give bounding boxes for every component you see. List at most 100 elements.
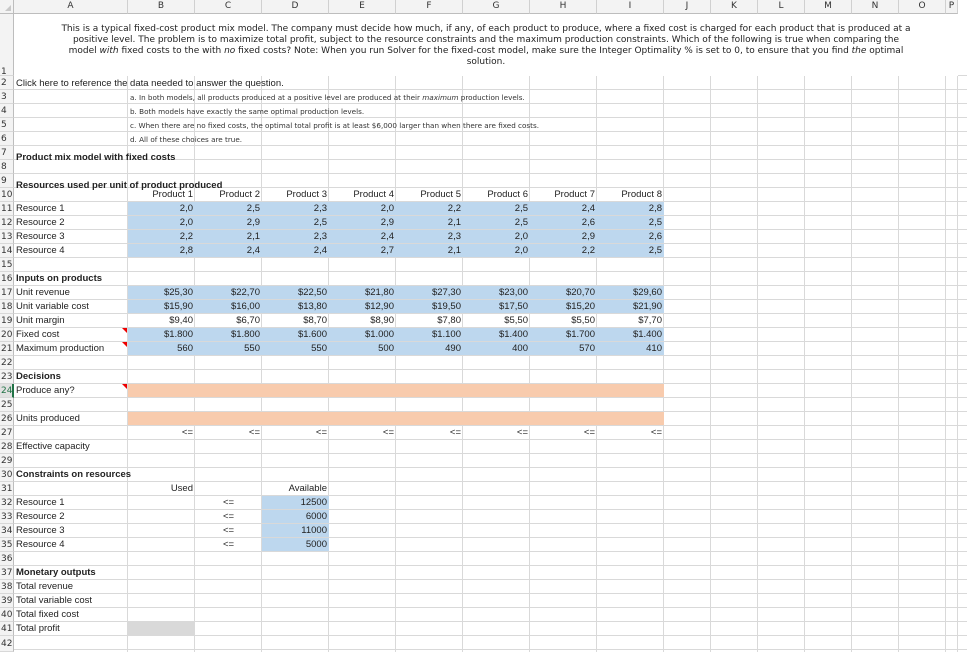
comment-indicator-icon[interactable] xyxy=(122,328,127,333)
column-header-I[interactable]: I xyxy=(597,0,664,14)
column-header-O[interactable]: O xyxy=(899,0,946,14)
produce-any-cell[interactable] xyxy=(329,384,396,397)
input-value-cell[interactable]: $16,00 xyxy=(195,300,262,313)
row-header-24[interactable]: 24 xyxy=(0,384,14,398)
input-value-cell[interactable]: 560 xyxy=(128,342,195,355)
produce-any-cell[interactable] xyxy=(530,384,597,397)
input-value-cell[interactable]: $23,00 xyxy=(463,286,530,299)
row-header-41[interactable]: 41 xyxy=(0,622,14,636)
row-header-29[interactable]: 29 xyxy=(0,454,14,468)
row-header-10[interactable]: 10 xyxy=(0,188,14,202)
input-value-cell[interactable]: $21,90 xyxy=(597,300,664,313)
input-value-cell[interactable]: $7,80 xyxy=(396,314,463,327)
resource-usage-cell[interactable]: 2,8 xyxy=(597,202,664,215)
resource-usage-cell[interactable]: 2,0 xyxy=(329,202,396,215)
resource-usage-cell[interactable]: 2,4 xyxy=(262,244,329,257)
row-header-30[interactable]: 30 xyxy=(0,468,14,482)
select-all-corner[interactable] xyxy=(0,0,14,14)
row-header-23[interactable]: 23 xyxy=(0,370,14,384)
resource-usage-cell[interactable]: 2,5 xyxy=(195,202,262,215)
produce-any-cell[interactable] xyxy=(396,384,463,397)
units-produced-cell[interactable] xyxy=(396,412,463,425)
units-produced-cell[interactable] xyxy=(329,412,396,425)
row-header-27[interactable]: 27 xyxy=(0,426,14,440)
available-cell[interactable]: 5000 xyxy=(262,538,329,551)
produce-any-cell[interactable] xyxy=(262,384,329,397)
input-value-cell[interactable]: $1.000 xyxy=(329,328,396,341)
row-header-14[interactable]: 14 xyxy=(0,244,14,258)
column-header-D[interactable]: D xyxy=(262,0,329,14)
input-value-cell[interactable]: $8,70 xyxy=(262,314,329,327)
input-value-cell[interactable]: 410 xyxy=(597,342,664,355)
input-value-cell[interactable]: $8,90 xyxy=(329,314,396,327)
row-header-37[interactable]: 37 xyxy=(0,566,14,580)
resource-usage-cell[interactable]: 2,8 xyxy=(128,244,195,257)
row-header-15[interactable]: 15 xyxy=(0,258,14,272)
input-value-cell[interactable]: $1.700 xyxy=(530,328,597,341)
column-header-G[interactable]: G xyxy=(463,0,530,14)
units-produced-cell[interactable] xyxy=(597,412,664,425)
row-header-33[interactable]: 33 xyxy=(0,510,14,524)
row-header-17[interactable]: 17 xyxy=(0,286,14,300)
input-value-cell[interactable]: $7,70 xyxy=(597,314,664,327)
units-produced-cell[interactable] xyxy=(195,412,262,425)
row-header-9[interactable]: 9 xyxy=(0,174,14,188)
column-header-L[interactable]: L xyxy=(758,0,805,14)
input-value-cell[interactable]: $27,30 xyxy=(396,286,463,299)
available-cell[interactable]: 11000 xyxy=(262,524,329,537)
input-value-cell[interactable]: 500 xyxy=(329,342,396,355)
column-header-P[interactable]: P xyxy=(946,0,958,14)
resource-usage-cell[interactable]: 2,2 xyxy=(128,230,195,243)
resource-usage-cell[interactable]: 2,4 xyxy=(195,244,262,257)
row-header-3[interactable]: 3 xyxy=(0,90,14,104)
row-header-1[interactable]: 1 xyxy=(0,14,14,76)
column-header-K[interactable]: K xyxy=(711,0,758,14)
column-header-N[interactable]: N xyxy=(852,0,899,14)
choice-a[interactable]: a. In both models, all products produced… xyxy=(128,91,527,104)
total-profit-cell[interactable] xyxy=(128,622,195,635)
input-value-cell[interactable]: $1.800 xyxy=(195,328,262,341)
row-header-38[interactable]: 38 xyxy=(0,580,14,594)
produce-any-cell[interactable] xyxy=(195,384,262,397)
input-value-cell[interactable]: $29,60 xyxy=(597,286,664,299)
intro-question-cell[interactable]: This is a typical fixed-cost product mix… xyxy=(14,14,958,76)
resource-usage-cell[interactable]: 2,9 xyxy=(195,216,262,229)
resource-usage-cell[interactable]: 2,5 xyxy=(463,202,530,215)
input-value-cell[interactable]: $1.600 xyxy=(262,328,329,341)
input-value-cell[interactable]: $13,80 xyxy=(262,300,329,313)
column-header-J[interactable]: J xyxy=(664,0,711,14)
used-cell[interactable] xyxy=(128,538,195,551)
units-produced-cell[interactable] xyxy=(262,412,329,425)
column-header-F[interactable]: F xyxy=(396,0,463,14)
row-header-19[interactable]: 19 xyxy=(0,314,14,328)
row-header-20[interactable]: 20 xyxy=(0,328,14,342)
input-value-cell[interactable]: $1.400 xyxy=(597,328,664,341)
row-header-36[interactable]: 36 xyxy=(0,552,14,566)
input-value-cell[interactable]: $22,70 xyxy=(195,286,262,299)
row-header-21[interactable]: 21 xyxy=(0,342,14,356)
input-value-cell[interactable]: $1.800 xyxy=(128,328,195,341)
resource-usage-cell[interactable]: 2,9 xyxy=(530,230,597,243)
row-header-35[interactable]: 35 xyxy=(0,538,14,552)
row-header-26[interactable]: 26 xyxy=(0,412,14,426)
row-header-40[interactable]: 40 xyxy=(0,608,14,622)
resource-usage-cell[interactable]: 2,3 xyxy=(396,230,463,243)
choice-b[interactable]: b. Both models have exactly the same opt… xyxy=(128,105,366,118)
row-header-12[interactable]: 12 xyxy=(0,216,14,230)
comment-indicator-icon[interactable] xyxy=(122,384,127,389)
input-value-cell[interactable]: $9,40 xyxy=(128,314,195,327)
resource-usage-cell[interactable]: 2,1 xyxy=(195,230,262,243)
available-cell[interactable]: 12500 xyxy=(262,496,329,509)
available-cell[interactable]: 6000 xyxy=(262,510,329,523)
row-header-13[interactable]: 13 xyxy=(0,230,14,244)
input-value-cell[interactable]: 570 xyxy=(530,342,597,355)
input-value-cell[interactable]: 550 xyxy=(195,342,262,355)
produce-any-cell[interactable] xyxy=(597,384,664,397)
column-header-A[interactable]: A xyxy=(14,0,128,14)
row-header-25[interactable]: 25 xyxy=(0,398,14,412)
resource-usage-cell[interactable]: 2,5 xyxy=(463,216,530,229)
column-header-H[interactable]: H xyxy=(530,0,597,14)
row-header-16[interactable]: 16 xyxy=(0,272,14,286)
resource-usage-cell[interactable]: 2,6 xyxy=(597,230,664,243)
row-header-42[interactable]: 42 xyxy=(0,636,14,652)
